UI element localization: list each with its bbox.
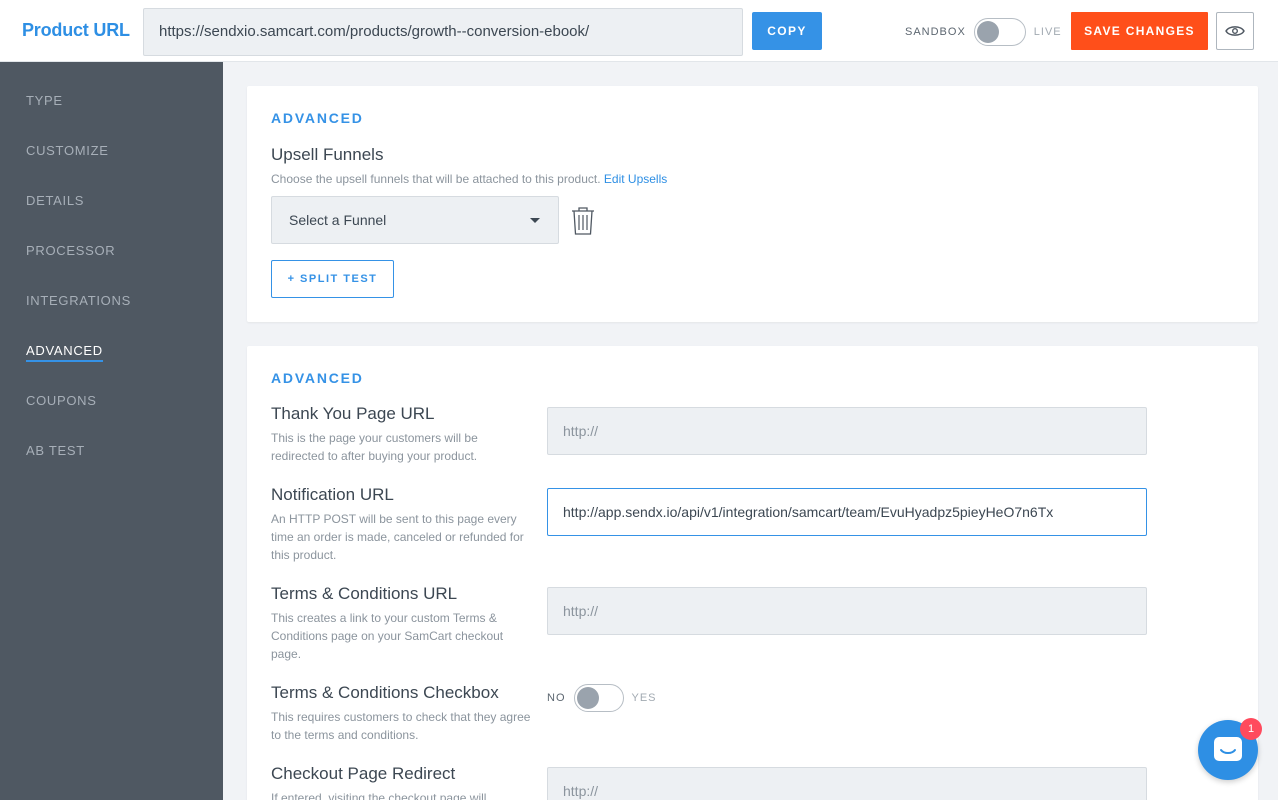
- switch-knob: [976, 21, 999, 43]
- chat-icon: [1214, 737, 1242, 761]
- checkout-redirect-input[interactable]: http://: [547, 767, 1147, 800]
- funnel-select[interactable]: Select a Funnel: [271, 196, 559, 244]
- chevron-down-icon: [530, 218, 540, 223]
- notification-url-help: An HTTP POST will be sent to this page e…: [271, 512, 524, 562]
- upsell-card: ADVANCED Upsell Funnels Choose the upsel…: [247, 86, 1258, 322]
- advanced-card: ADVANCED Thank You Page URL This is the …: [247, 346, 1258, 800]
- sidebar-item-coupons[interactable]: COUPONS: [26, 393, 97, 408]
- terms-url-input[interactable]: http://: [547, 587, 1147, 635]
- terms-checkbox-help: This requires customers to check that th…: [271, 710, 531, 742]
- terms-url-help: This creates a link to your custom Terms…: [271, 611, 504, 661]
- preview-button[interactable]: [1216, 12, 1254, 50]
- trash-icon[interactable]: [570, 206, 596, 236]
- sidebar: TYPE CUSTOMIZE DETAILS PROCESSOR INTEGRA…: [0, 62, 223, 800]
- sidebar-item-integrations[interactable]: INTEGRATIONS: [26, 293, 131, 308]
- upsell-funnels-help: Choose the upsell funnels that will be a…: [271, 170, 771, 188]
- live-label: LIVE: [1033, 26, 1062, 38]
- sandbox-live-switch[interactable]: [973, 18, 1026, 46]
- terms-checkbox-toggle-group: NO YES: [547, 684, 657, 712]
- funnel-select-value: Select a Funnel: [289, 212, 387, 228]
- terms-checkbox-title: Terms & Conditions Checkbox: [271, 683, 499, 702]
- copy-button[interactable]: COPY: [752, 12, 822, 50]
- no-label: NO: [547, 692, 566, 704]
- section-title: ADVANCED: [271, 370, 364, 386]
- edit-upsells-link[interactable]: Edit Upsells: [604, 172, 667, 186]
- sidebar-item-advanced[interactable]: ADVANCED: [26, 343, 103, 362]
- thank-you-url-title: Thank You Page URL: [271, 404, 435, 423]
- terms-checkbox-switch[interactable]: [573, 684, 624, 712]
- sidebar-item-ab-test[interactable]: AB TEST: [26, 443, 85, 458]
- notification-badge: 1: [1240, 718, 1262, 740]
- notification-url-input[interactable]: http://app.sendx.io/api/v1/integration/s…: [547, 488, 1147, 536]
- sidebar-item-details[interactable]: DETAILS: [26, 193, 84, 208]
- environment-toggle-group: SANDBOX LIVE: [905, 18, 1062, 46]
- sandbox-label: SANDBOX: [905, 26, 966, 38]
- thank-you-url-help: This is the page your customers will be …: [271, 431, 478, 463]
- upsell-funnels-title: Upsell Funnels: [271, 145, 384, 164]
- notification-url-title: Notification URL: [271, 485, 394, 504]
- upsell-help-text: Choose the upsell funnels that will be a…: [271, 172, 601, 186]
- page-title: Product URL: [22, 20, 130, 40]
- thank-you-url-input[interactable]: http://: [547, 407, 1147, 455]
- product-url-field[interactable]: https://sendxio.samcart.com/products/gro…: [143, 8, 743, 56]
- split-test-button[interactable]: + SPLIT TEST: [271, 260, 394, 298]
- sidebar-item-type[interactable]: TYPE: [26, 93, 63, 108]
- terms-url-title: Terms & Conditions URL: [271, 584, 458, 603]
- yes-label: YES: [631, 692, 657, 704]
- eye-icon: [1225, 26, 1245, 36]
- checkout-redirect-title: Checkout Page Redirect: [271, 764, 456, 783]
- switch-knob: [576, 687, 599, 709]
- checkout-redirect-help: If entered, visiting the checkout page w…: [271, 791, 487, 800]
- save-changes-button[interactable]: SAVE CHANGES: [1071, 12, 1208, 50]
- top-bar: Product URL https://sendxio.samcart.com/…: [0, 0, 1278, 62]
- sidebar-item-customize[interactable]: CUSTOMIZE: [26, 143, 109, 158]
- section-title: ADVANCED: [271, 110, 364, 126]
- sidebar-item-processor[interactable]: PROCESSOR: [26, 243, 115, 258]
